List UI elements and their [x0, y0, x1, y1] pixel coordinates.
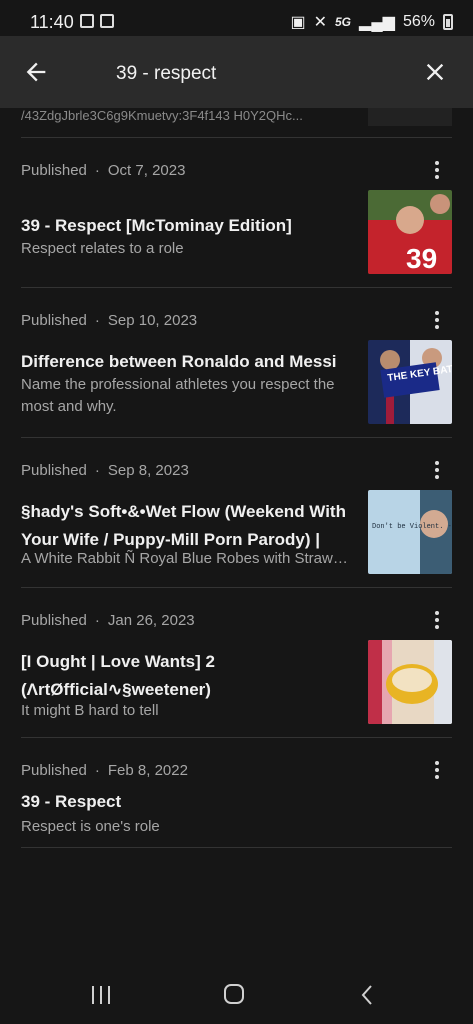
search-query[interactable]: 39 - respect — [116, 63, 216, 85]
recents-icon[interactable] — [89, 983, 113, 1007]
more-vert-icon[interactable] — [428, 758, 446, 782]
partial-result-row[interactable]: /43ZdgJbrle3C6g9Kmuetvy:3F4f143 H0Y2QHc.… — [21, 108, 452, 138]
partial-result-text: /43ZdgJbrle3C6g9Kmuetvy:3F4f143 H0Y2QHc.… — [21, 108, 303, 123]
result-item[interactable]: Published · Oct 7, 2023 39 - Respect [McTo… — [21, 138, 452, 288]
more-vert-icon[interactable] — [428, 308, 446, 332]
arrow-left-icon[interactable] — [22, 58, 50, 86]
result-description: Respect relates to a role — [21, 240, 184, 257]
calendar-icon — [100, 14, 114, 28]
result-meta: Published · Feb 8, 2022 — [21, 762, 188, 779]
status-system-icons: ▣ ✕ 5G ▂▄▆ 56% — [290, 12, 453, 32]
status-notification-icons — [80, 14, 114, 28]
home-icon[interactable] — [222, 982, 246, 1006]
status-time: 11:40 — [30, 12, 74, 32]
result-title: §hady's Soft•&•Wet Flow (Weekend With Yo… — [21, 502, 346, 549]
result-description: It might B hard to tell — [21, 702, 159, 719]
result-description: A White Rabbit Ñ Royal Blue Robes with S… — [21, 550, 351, 567]
result-thumbnail: THE KEY BATTLE — [368, 340, 452, 424]
result-title: Difference between Ronaldo and Messi — [21, 352, 337, 371]
search-header: 39 - respect — [0, 36, 473, 108]
search-results: /43ZdgJbrle3C6g9Kmuetvy:3F4f143 H0Y2QHc.… — [0, 108, 473, 848]
battery-level: 56% — [402, 13, 435, 30]
svg-text:39: 39 — [406, 243, 437, 274]
result-item[interactable]: Published · Sep 10, 2023 Difference betwee… — [21, 288, 452, 438]
more-vert-icon[interactable] — [428, 458, 446, 482]
result-item[interactable]: Published · Jan 26, 2023 [I Ought | Love W… — [21, 588, 452, 738]
nfc-icon: ▣ — [290, 14, 306, 31]
result-meta: Published · Sep 8, 2023 — [21, 462, 189, 479]
svg-text:Don't be Violent. -Eminem: Don't be Violent. -Eminem — [372, 523, 452, 531]
more-vert-icon[interactable] — [428, 158, 446, 182]
result-item[interactable]: Published · Sep 8, 2023 §hady's Soft•&•Wet… — [21, 438, 452, 588]
result-meta: Published · Jan 26, 2023 — [21, 612, 195, 629]
result-title: 39 - Respect [McTominay Edition] — [21, 216, 292, 235]
partial-thumbnail — [368, 108, 452, 126]
status-bar: 11:40 ▣ ✕ 5G ▂▄▆ 56% — [0, 0, 473, 36]
signal-icon: ▂▄▆ — [359, 14, 395, 31]
battery-icon — [443, 14, 453, 30]
result-description: Respect is one's role — [21, 818, 160, 835]
result-title: 39 - Respect — [21, 792, 122, 811]
result-thumbnail — [368, 640, 452, 724]
result-meta: Published · Oct 7, 2023 — [21, 162, 186, 179]
result-item[interactable]: Published · Feb 8, 2022 39 - Respect Respe… — [21, 738, 452, 848]
result-thumbnail: Don't be Violent. -Eminem — [368, 490, 452, 574]
close-icon[interactable] — [421, 58, 449, 86]
result-title: [I Ought | Love Wants] 2 (ΛrtØfficial∿§w… — [21, 652, 215, 699]
mute-icon: ✕ — [313, 14, 327, 31]
system-nav-bar — [0, 966, 473, 1024]
back-icon[interactable] — [356, 983, 380, 1007]
result-description: Name the professional athletes you respe… — [21, 376, 335, 415]
result-thumbnail: 39 — [368, 190, 452, 274]
more-vert-icon[interactable] — [428, 608, 446, 632]
gallery-icon — [80, 14, 94, 28]
network-label: 5G — [335, 15, 352, 29]
result-meta: Published · Sep 10, 2023 — [21, 312, 198, 329]
